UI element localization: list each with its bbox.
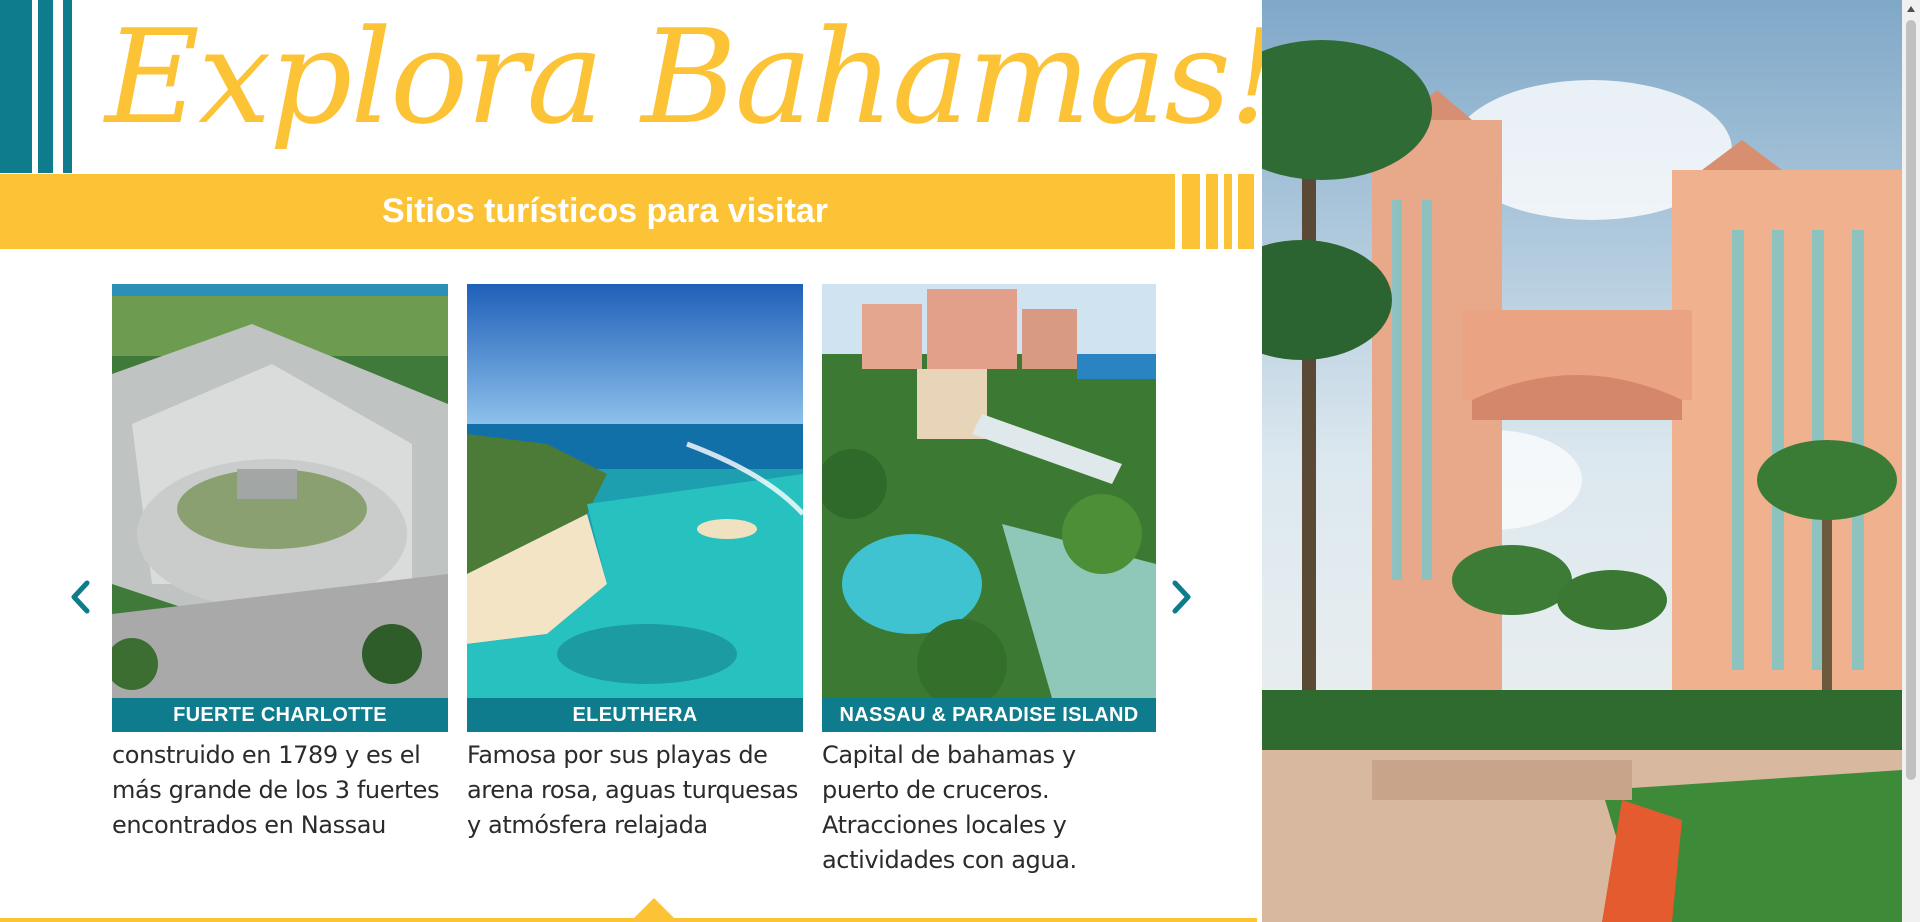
decorative-stripe [1182,174,1200,249]
page-title: Explora Bahamas! [105,1,1281,153]
card-title: FUERTE CHARLOTTE [112,698,448,732]
card-title: ELEUTHERA [467,698,803,732]
footer-divider [0,918,1257,922]
section-heading: Sitios turísticos para visitar [382,192,828,230]
carousel-next-button[interactable] [1164,567,1200,627]
chevron-right-icon [1172,580,1191,614]
decorative-stripe [38,0,53,173]
decorative-stripe [1238,174,1254,249]
scroll-thumb[interactable] [1906,20,1916,780]
decorative-stripe [63,0,72,173]
resort-waterpark-photo[interactable] [822,284,1156,698]
carousel-prev-button[interactable] [62,567,98,627]
attraction-card[interactable]: ELEUTHERA Famosa por sus playas de arena… [467,284,803,843]
card-description: Capital de bahamas y puerto de cruceros.… [822,741,1077,874]
chevron-left-icon [71,580,90,614]
attraction-card[interactable]: FUERTE CHARLOTTE construido en 1789 y es… [112,284,448,843]
atlantis-resort-photo [1262,0,1902,922]
page-scrollbar[interactable] [1902,0,1920,922]
decorative-stripe [1206,174,1218,249]
section-banner: Sitios turísticos para visitar [0,174,1175,249]
turquoise-coast-photo[interactable] [467,284,803,698]
decorative-stripe [1224,174,1232,249]
scroll-up-button[interactable] [1902,0,1920,18]
card-title: NASSAU & PARADISE ISLAND [822,698,1156,732]
card-description: Famosa por sus playas de arena rosa, agu… [467,741,799,839]
caret-up-icon [1907,6,1915,12]
attraction-card[interactable]: NASSAU & PARADISE ISLAND Capital de baha… [822,284,1156,878]
decorative-stripe [0,0,32,173]
card-description: construido en 1789 y es el más grande de… [112,741,440,839]
fort-aerial-photo[interactable] [112,284,448,698]
footer-triangle [632,898,676,920]
